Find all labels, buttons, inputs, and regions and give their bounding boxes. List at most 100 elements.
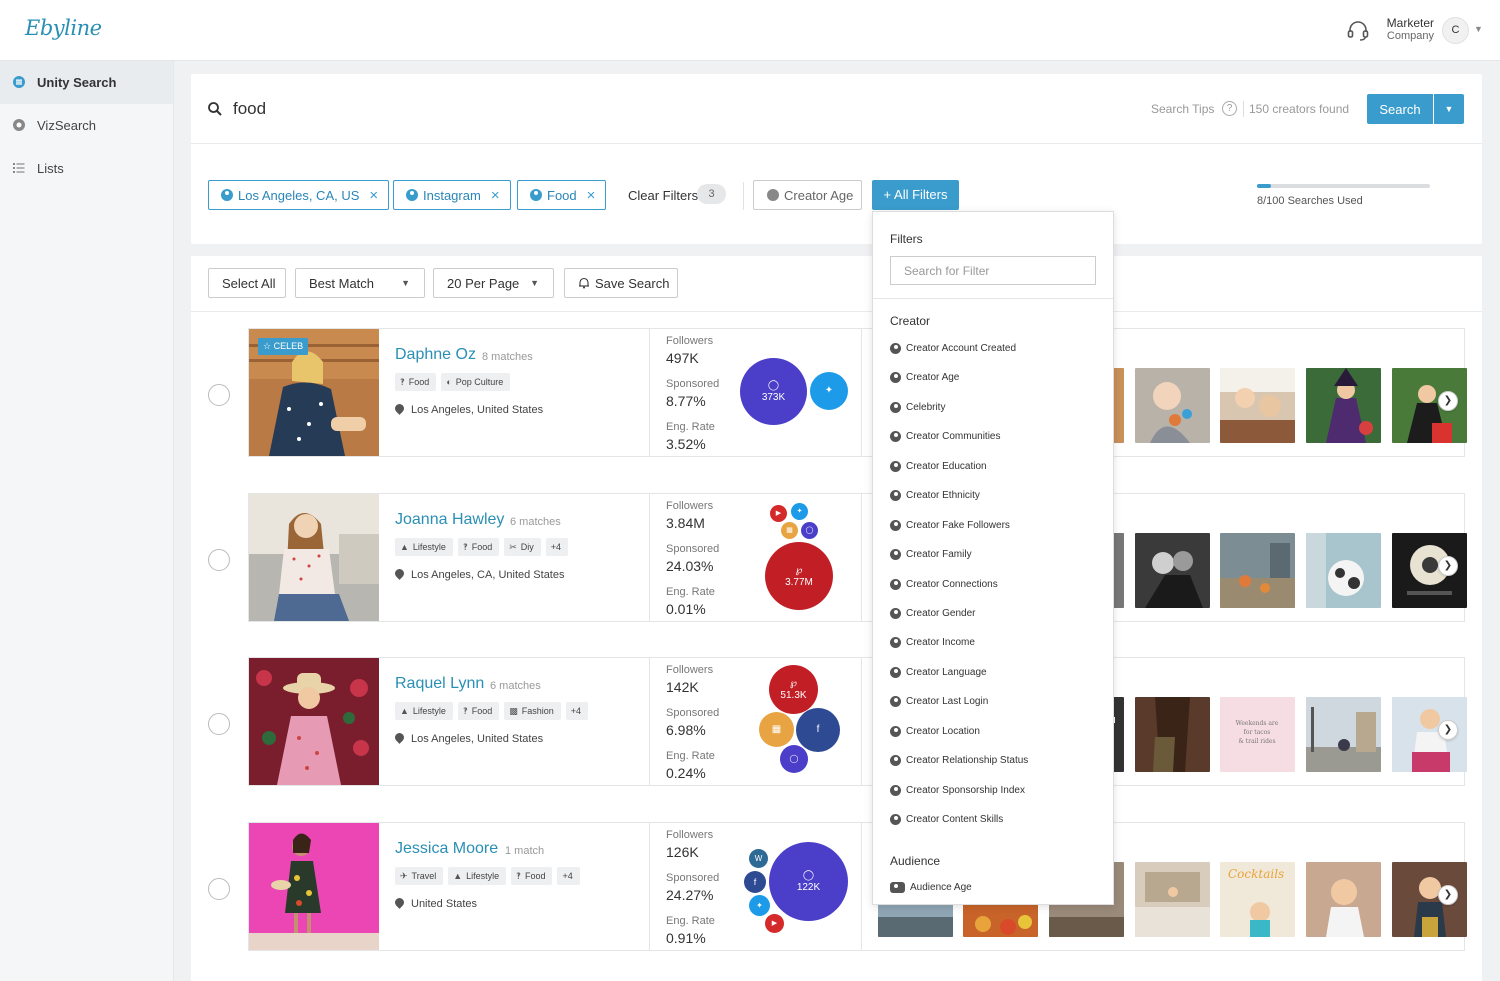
wordpress-reach-bubble[interactable]: W	[749, 849, 768, 868]
filter-option[interactable]: Creator Account Created	[890, 343, 1016, 354]
search-options-chevron-down-icon[interactable]: ▼	[1434, 94, 1464, 124]
save-search-button[interactable]: Save Search	[564, 268, 678, 298]
headset-support-icon[interactable]	[1346, 19, 1370, 43]
chevron-right-icon[interactable]: ❯	[1438, 556, 1458, 576]
more-tags-badge[interactable]: +4	[565, 702, 589, 720]
filter-chip-platform[interactable]: Instagram ×	[393, 180, 511, 210]
filter-option[interactable]: Creator Gender	[890, 608, 975, 619]
facebook-reach-bubble[interactable]: f	[796, 708, 840, 752]
close-icon[interactable]: ×	[369, 187, 378, 204]
chevron-right-icon[interactable]: ❯	[1438, 885, 1458, 905]
filter-chip-category[interactable]: Food ×	[517, 180, 607, 210]
youtube-reach-bubble[interactable]: ▶	[770, 505, 787, 522]
blog-reach-bubble[interactable]: ▦	[759, 712, 794, 747]
select-all-button[interactable]: Select All	[208, 268, 286, 298]
creator-name[interactable]: Daphne Oz	[395, 346, 476, 364]
pinterest-reach-bubble[interactable]: ℘ 51.3K	[769, 665, 818, 714]
creator-photo[interactable]	[249, 823, 379, 950]
select-creator-radio[interactable]	[208, 384, 230, 406]
clear-filters-button[interactable]: Clear Filters	[628, 188, 698, 203]
search-button[interactable]: Search	[1367, 94, 1433, 124]
sidebar-item-vizsearch[interactable]: VizSearch	[0, 104, 173, 147]
thumbnail-text-art: Cocktails	[1228, 867, 1284, 881]
app-logo[interactable]: Ebyline	[25, 16, 102, 40]
post-thumbnail[interactable]	[1306, 533, 1381, 608]
search-tips-link[interactable]: Search Tips	[1151, 102, 1214, 116]
filter-option[interactable]: Creator Education	[890, 461, 987, 472]
creator-age-filter-button[interactable]: Creator Age	[753, 180, 862, 210]
post-thumbnail[interactable]	[1135, 697, 1210, 772]
post-thumbnail[interactable]	[1306, 697, 1381, 772]
post-thumbnail[interactable]: Weekends are for tacos & trail rides	[1220, 697, 1295, 772]
filter-option[interactable]: Audience Age	[890, 882, 972, 893]
filter-option[interactable]: Creator Family	[890, 549, 972, 560]
post-thumbnail[interactable]	[1135, 862, 1210, 937]
creator-photo[interactable]	[249, 658, 379, 785]
close-icon[interactable]: ×	[491, 187, 500, 204]
filter-search-input[interactable]	[890, 256, 1096, 285]
filter-option[interactable]: Creator Connections	[890, 579, 998, 590]
filter-option[interactable]: Creator Content Skills	[890, 814, 1003, 825]
match-count: 6 matches	[510, 516, 561, 528]
blog-reach-bubble[interactable]: ▦	[781, 522, 798, 539]
filter-option[interactable]: Creator Relationship Status	[890, 755, 1028, 766]
more-tags-badge[interactable]: +4	[557, 867, 580, 885]
filter-option[interactable]: Creator Location	[890, 726, 980, 737]
creator-photo[interactable]	[249, 494, 379, 621]
creator-name[interactable]: Joanna Hawley	[395, 511, 504, 529]
close-icon[interactable]: ×	[587, 187, 596, 204]
more-tags-badge[interactable]: +4	[545, 538, 569, 556]
post-thumbnail[interactable]	[1306, 368, 1381, 443]
twitter-reach-bubble[interactable]: ✦	[749, 895, 770, 916]
instagram-reach-bubble[interactable]: ◯ 122K	[769, 842, 848, 921]
help-icon[interactable]: ?	[1222, 101, 1237, 116]
instagram-reach-bubble[interactable]: ◯	[801, 522, 818, 539]
post-thumbnail[interactable]	[1135, 368, 1210, 443]
filter-option[interactable]: Creator Sponsorship Index	[890, 785, 1025, 796]
per-page-select[interactable]: 20 Per Page ▼	[433, 268, 554, 298]
user-menu[interactable]: Marketer Company	[1387, 17, 1434, 43]
filter-option[interactable]: Creator Fake Followers	[890, 520, 1010, 531]
creator-name[interactable]: Jessica Moore	[395, 840, 498, 858]
avatar[interactable]: C	[1442, 17, 1469, 44]
filter-chip-location[interactable]: Los Angeles, CA, US ×	[208, 180, 390, 210]
select-creator-radio[interactable]	[208, 549, 230, 571]
youtube-reach-bubble[interactable]: ▶	[765, 914, 784, 933]
instagram-reach-bubble[interactable]: ◯ 373K	[740, 358, 807, 425]
sort-select[interactable]: Best Match ▼	[295, 268, 425, 298]
sidebar-item-unity-search[interactable]: Unity Search	[0, 61, 173, 104]
chevron-right-icon[interactable]: ❯	[1438, 391, 1458, 411]
creator-card[interactable]: ☆ CELEB Daphne Oz 8 matches ‽ Food ◐ Pop C…	[248, 328, 1467, 457]
post-thumbnail[interactable]	[1306, 862, 1381, 937]
followers-value: 126K	[666, 844, 699, 860]
filter-option-label: Creator Education	[906, 461, 987, 472]
filter-option[interactable]: Creator Communities	[890, 431, 1000, 442]
twitter-reach-bubble[interactable]: ✦	[791, 503, 808, 520]
creator-card[interactable]: Joanna Hawley 6 matches ▲ Lifestyle ‽ Food…	[248, 493, 1467, 622]
post-thumbnail[interactable]	[1220, 368, 1295, 443]
filter-option[interactable]: Creator Ethnicity	[890, 490, 980, 501]
all-filters-button[interactable]: + All Filters	[872, 180, 959, 210]
filter-option[interactable]: Creator Last Login	[890, 696, 988, 707]
post-thumbnail[interactable]	[1220, 533, 1295, 608]
filter-option[interactable]: Creator Language	[890, 667, 987, 678]
filter-option[interactable]: Creator Income	[890, 637, 975, 648]
pinterest-reach-bubble[interactable]: ℘ 3.77M	[765, 542, 833, 610]
post-thumbnail[interactable]	[1135, 533, 1210, 608]
creator-card[interactable]: Jessica Moore 1 match ✈ Travel ▲ Lifestyle…	[248, 822, 1467, 951]
chevron-down-icon[interactable]: ▼	[1474, 24, 1483, 34]
sidebar-item-lists[interactable]: Lists	[0, 147, 173, 190]
filter-option[interactable]: Celebrity	[890, 402, 945, 413]
creator-name[interactable]: Raquel Lynn	[395, 675, 484, 693]
search-input[interactable]	[233, 96, 833, 122]
filter-option[interactable]: Creator Age	[890, 372, 959, 383]
creator-card[interactable]: Raquel Lynn 6 matches ▲ Lifestyle ‽ Food ▩…	[248, 657, 1467, 786]
select-creator-radio[interactable]	[208, 713, 230, 735]
twitter-reach-bubble[interactable]: ✦	[810, 372, 848, 410]
chevron-right-icon[interactable]: ❯	[1438, 720, 1458, 740]
instagram-reach-bubble[interactable]: ◯	[780, 745, 808, 773]
select-creator-radio[interactable]	[208, 878, 230, 900]
facebook-reach-bubble[interactable]: f	[744, 871, 766, 893]
followers-label: Followers	[666, 335, 714, 347]
post-thumbnail[interactable]: Cocktails	[1220, 862, 1295, 937]
